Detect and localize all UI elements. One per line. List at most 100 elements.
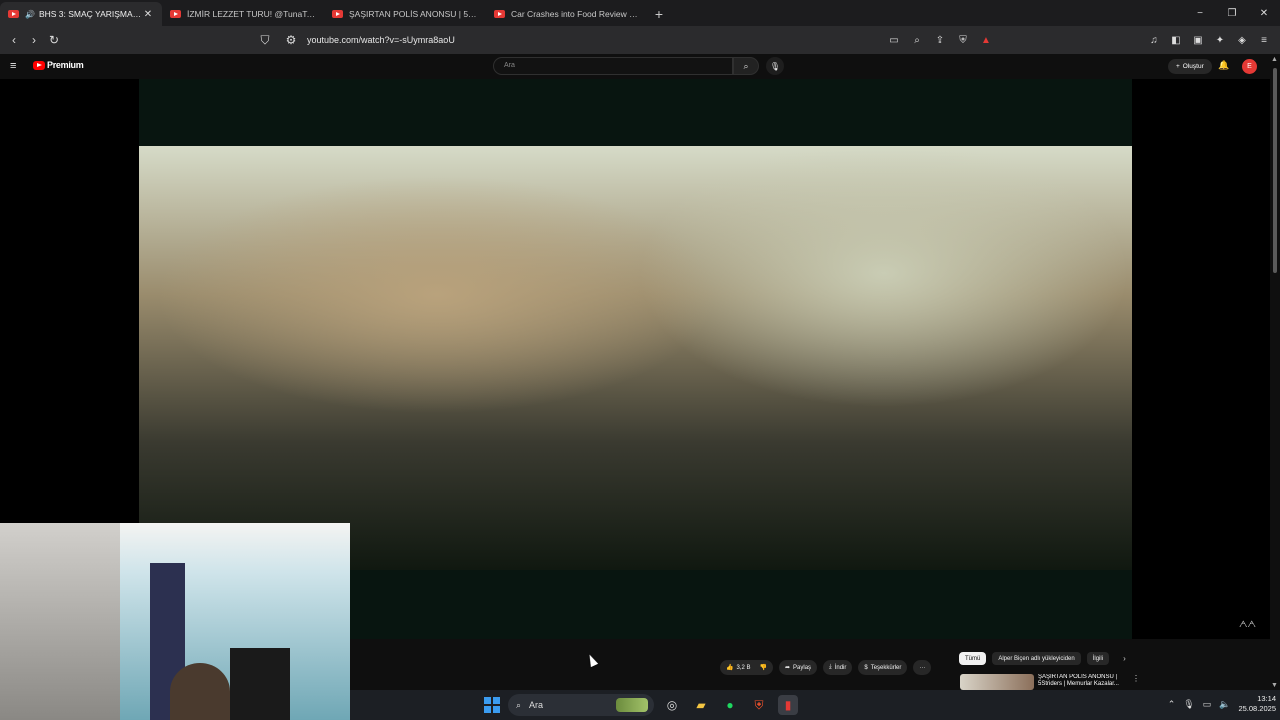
- brave-browser-icon[interactable]: ⛨: [749, 695, 769, 715]
- windows-start-icon[interactable]: [484, 697, 500, 713]
- picture-in-picture-icon[interactable]: ▭: [884, 30, 904, 50]
- streaming-app-icon[interactable]: ▮: [778, 695, 798, 715]
- like-count: 3,2 B: [736, 664, 751, 671]
- logo-text: Premium: [47, 60, 84, 70]
- zoom-icon[interactable]: ⌕: [907, 30, 927, 50]
- maximize-button[interactable]: ❐: [1216, 0, 1248, 26]
- thanks-icon: $: [864, 664, 868, 671]
- scrollbar-thumb[interactable]: [1273, 68, 1277, 273]
- clock[interactable]: 13:14 25.08.2025: [1238, 694, 1276, 714]
- site-settings-icon[interactable]: ⚙: [281, 30, 301, 50]
- tab-title: Car Crashes into Food Review - YouT: [511, 9, 640, 19]
- create-button[interactable]: + Oluştur: [1168, 59, 1212, 74]
- microphone-icon[interactable]: 🎙: [766, 57, 784, 75]
- tab-title: BHS 3: SMAÇ YARIŞMASI - Yo: [38, 9, 142, 19]
- window-controls: − ❐ ✕: [1184, 0, 1280, 26]
- search-icon: ⌕: [516, 699, 522, 710]
- system-tray: ⌃ 🎙 ▭ 🔈 13:14 25.08.2025: [1168, 694, 1276, 714]
- download-label: İndir: [834, 664, 847, 671]
- taskbar-search[interactable]: ⌕ Ara: [508, 694, 654, 716]
- chevron-up-icon[interactable]: ⌃: [1168, 699, 1176, 710]
- webcam-person: [170, 663, 230, 720]
- address-bar-actions: ▭ ⌕ ⇪ ⛨ ▲: [884, 30, 996, 50]
- tab[interactable]: ŞAŞIRTAN POLİS ANONSU | 5Striders: [324, 2, 486, 26]
- shield-icon[interactable]: ⛨: [953, 30, 973, 50]
- new-tab-button[interactable]: +: [648, 2, 670, 26]
- rewards-icon[interactable]: ▲: [976, 30, 996, 50]
- chip-related[interactable]: İlgili: [1086, 652, 1110, 665]
- scroll-down-icon[interactable]: ▼: [1271, 682, 1278, 689]
- recommendation-item[interactable]: ŞAŞIRTAN POLİS ANONSU | 5Striders | Memu…: [960, 674, 1140, 690]
- ai-icon[interactable]: ✦: [1210, 30, 1230, 50]
- screen: 🔊 BHS 3: SMAÇ YARIŞMASI - Yo ✕ İZMİR LEZ…: [0, 0, 1280, 720]
- network-icon[interactable]: ▭: [1203, 699, 1212, 710]
- back-icon[interactable]: ‹: [4, 30, 24, 50]
- more-actions-button[interactable]: ···: [913, 660, 932, 675]
- sidebar-icon[interactable]: ◧: [1166, 30, 1186, 50]
- volume-icon[interactable]: 🔈: [1219, 699, 1230, 710]
- video-actions: 👍 3,2 B 👎 ➦ Paylaş ⤓ İndir $ Teşekkürler…: [720, 660, 932, 675]
- chevron-right-icon[interactable]: ›: [1123, 654, 1126, 663]
- webcam-overlay: [0, 523, 350, 720]
- close-window-button[interactable]: ✕: [1248, 0, 1280, 26]
- taskbar: ⌕ Ara ◎ ▰ ● ⛨ ▮ ⌃ 🎙 ▭ 🔈 13:14 25.08.2025: [350, 690, 1280, 720]
- close-tab-icon[interactable]: ✕: [142, 9, 154, 20]
- vpn-icon[interactable]: ◈: [1232, 30, 1252, 50]
- thanks-button[interactable]: $ Teşekkürler: [858, 660, 908, 675]
- webcam-shelf: [0, 523, 120, 720]
- forward-icon[interactable]: ›: [24, 30, 44, 50]
- chip-uploader[interactable]: Alper Biçen adlı yükleyiciden: [992, 652, 1081, 665]
- tab[interactable]: Car Crashes into Food Review - YouT: [486, 2, 648, 26]
- mouse-cursor: [585, 652, 599, 668]
- date: 25.08.2025: [1238, 704, 1276, 713]
- youtube-play-icon: [33, 60, 45, 70]
- minimize-button[interactable]: −: [1184, 0, 1216, 26]
- address-bar-row: ‹ › ↻ ⛉ ⚙ youtube.com/watch?v=-sUymra8ao…: [0, 26, 1280, 54]
- file-explorer-icon[interactable]: ▰: [691, 695, 711, 715]
- url-text[interactable]: youtube.com/watch?v=-sUymra8aoU: [307, 35, 455, 45]
- thanks-label: Teşekkürler: [870, 664, 902, 671]
- avatar[interactable]: E: [1242, 59, 1257, 74]
- copilot-icon[interactable]: ◎: [662, 695, 682, 715]
- youtube-favicon-icon: [8, 10, 19, 18]
- webcam-chair: [230, 648, 290, 720]
- share-icon[interactable]: ⇪: [930, 30, 950, 50]
- youtube-logo[interactable]: Premium: [33, 60, 84, 70]
- youtube-header: ≡ Premium Ara ⌕ 🎙 + Oluştur 🔔 E: [0, 54, 1270, 79]
- youtube-favicon-icon: [494, 10, 505, 18]
- more-options-icon[interactable]: ⋮: [1132, 674, 1140, 683]
- chip-all[interactable]: Tümü: [959, 652, 987, 665]
- spotify-icon[interactable]: ●: [720, 695, 740, 715]
- hamburger-menu-icon[interactable]: ≡: [10, 60, 16, 72]
- like-button[interactable]: 👍 3,2 B 👎: [720, 660, 773, 675]
- media-icon[interactable]: ♫: [1144, 30, 1164, 50]
- tab-strip: 🔊 BHS 3: SMAÇ YARIŞMASI - Yo ✕ İZMİR LEZ…: [0, 0, 1280, 26]
- tab-active[interactable]: 🔊 BHS 3: SMAÇ YARIŞMASI - Yo ✕: [0, 2, 162, 26]
- thumbs-down-icon[interactable]: 👎: [760, 664, 767, 671]
- mic-tray-icon[interactable]: 🎙: [1183, 699, 1194, 710]
- menu-icon[interactable]: ≡: [1254, 30, 1274, 50]
- channel-watermark[interactable]: ᗅᗅ: [1239, 619, 1256, 630]
- thumbs-up-icon: 👍: [726, 665, 734, 671]
- wallet-icon[interactable]: ▣: [1188, 30, 1208, 50]
- scroll-up-icon[interactable]: ▲: [1271, 56, 1278, 63]
- youtube-favicon-icon: [170, 10, 181, 18]
- notifications-bell-icon[interactable]: 🔔: [1218, 60, 1229, 71]
- share-label: Paylaş: [793, 664, 812, 671]
- create-label: Oluştur: [1182, 63, 1204, 70]
- search-input[interactable]: Ara: [493, 57, 733, 75]
- recommendation-title[interactable]: ŞAŞIRTAN POLİS ANONSU | 5Striders | Memu…: [1038, 674, 1133, 690]
- tab-title: İZMİR LEZZET TURU! @TunaTavus - Y: [187, 9, 316, 19]
- page-scrollbar[interactable]: ▲ ▼: [1270, 54, 1280, 690]
- reload-icon[interactable]: ↻: [44, 30, 64, 50]
- share-arrow-icon: ➦: [784, 665, 791, 671]
- audio-icon[interactable]: 🔊: [25, 10, 35, 19]
- tab[interactable]: İZMİR LEZZET TURU! @TunaTavus - Y: [162, 2, 324, 26]
- recommendation-thumbnail[interactable]: [960, 674, 1034, 690]
- share-button[interactable]: ➦ Paylaş: [778, 660, 818, 675]
- time: 13:14: [1257, 694, 1276, 703]
- search-icon[interactable]: ⌕: [733, 57, 759, 75]
- toolbar-icons: ♫ ◧ ▣ ✦ ◈ ≡: [1144, 30, 1274, 50]
- bookmark-icon[interactable]: ⛉: [255, 30, 275, 50]
- download-button[interactable]: ⤓ İndir: [823, 660, 853, 675]
